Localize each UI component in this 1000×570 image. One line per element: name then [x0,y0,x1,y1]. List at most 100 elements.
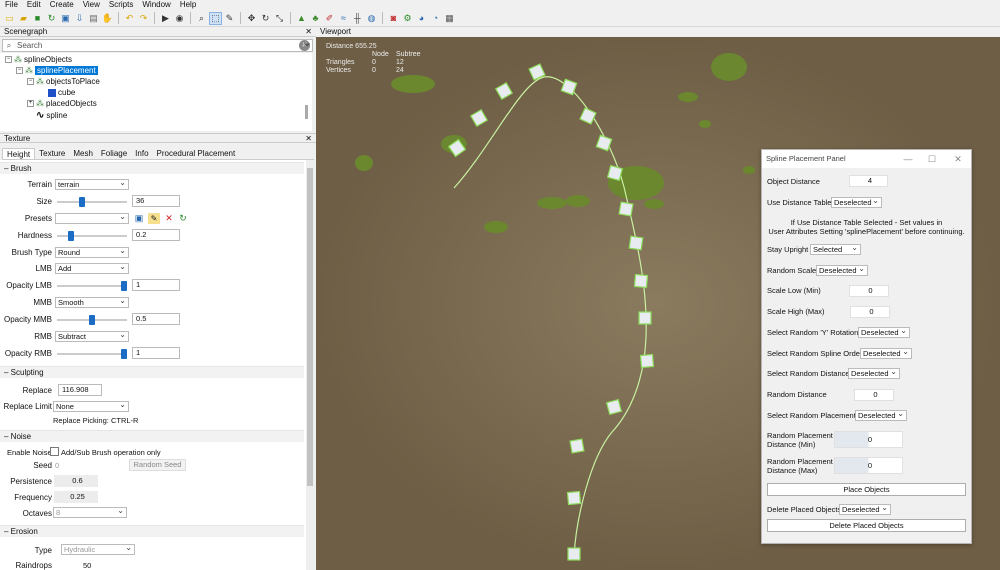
opacity-mmb-slider[interactable] [57,314,127,325]
paint-icon[interactable]: ✎ [223,12,236,25]
terrain-dropdown[interactable]: terrain [55,178,129,190]
properties-scrollbar[interactable] [306,160,314,570]
erosion-type-dropdown[interactable]: Hydraulic [61,543,135,555]
random-seed-button[interactable]: Random Seed [129,459,186,471]
scrollbar-thumb[interactable] [307,168,313,486]
replace-input[interactable]: 116.908 [58,384,102,396]
tree-node-placedobjects[interactable]: + ⁂ placedObjects [27,98,97,109]
size-input[interactable]: 36 [132,195,180,207]
tab-mesh[interactable]: Mesh [69,148,97,159]
close-icon[interactable]: ✕ [305,27,312,37]
new-preset-icon[interactable]: ✎ [148,213,160,224]
camera-icon[interactable]: ◙ [387,12,400,25]
menu-help[interactable]: Help [180,0,196,10]
tab-texture[interactable]: Texture [35,148,69,159]
import-icon[interactable]: ⇩ [73,12,86,25]
terrain-icon[interactable]: ▲ [295,12,308,25]
enable-noise-checkbox[interactable] [50,447,59,456]
use-distance-table-dropdown[interactable]: Deselected [831,196,882,208]
menu-file[interactable]: File [5,0,18,10]
earth-icon[interactable]: ◔ [429,12,442,25]
tree-node-cube[interactable]: cube [48,87,75,98]
tree-icon[interactable]: ♣ [309,12,322,25]
expand-toggle[interactable]: + [27,100,34,107]
undo-icon[interactable]: ↶ [123,12,136,25]
section-noise[interactable]: Noise [0,430,304,442]
delete-placed-dropdown[interactable]: Deselected [839,503,891,515]
earth-icon[interactable]: ◕ [415,12,428,25]
tree-scrollbar[interactable] [305,105,308,119]
eye-icon[interactable]: ◉ [173,12,186,25]
opacity-lmb-slider[interactable] [57,280,127,291]
zoom-icon[interactable]: ⌕ [195,12,208,25]
tree-node-objectstoplace[interactable]: − ⁂ objectsToPlace [27,76,100,87]
refresh-icon[interactable]: ↻ [45,12,58,25]
refresh-preset-icon[interactable]: ↻ [177,213,189,224]
close-icon[interactable]: ✕ [950,150,966,168]
octaves-dropdown[interactable]: 8 [53,506,127,518]
gear-icon[interactable]: ⚙ [401,12,414,25]
delete-placed-objects-button[interactable]: Delete Placed Objects [767,519,966,532]
close-icon[interactable]: ✕ [305,134,312,144]
road-icon[interactable]: ╫ [351,12,364,25]
section-brush[interactable]: Brush [0,162,304,174]
stay-upright-dropdown[interactable]: Selected [810,243,861,255]
object-distance-input[interactable]: 4 [849,175,888,187]
tree-node-splineplacement[interactable]: − ⁂ splinePlacement [16,65,98,76]
delete-preset-icon[interactable]: ✕ [163,213,175,224]
filter-icon[interactable]: ⏷ [301,40,313,51]
menu-view[interactable]: View [83,0,100,10]
save-icon[interactable]: ■ [31,12,44,25]
frequency-input[interactable]: 0.25 [54,491,98,503]
random-distance-dropdown[interactable]: Deselected [848,367,900,379]
random-y-rotation-dropdown[interactable]: Deselected [858,326,910,338]
tab-foliage[interactable]: Foliage [97,148,131,159]
menu-scripts[interactable]: Scripts [109,0,133,10]
tree-node-splineobjects[interactable]: − ⁂ splineObjects [5,54,72,65]
scale-low-input[interactable]: 0 [849,285,889,297]
hardness-slider[interactable] [57,230,127,241]
save-as-icon[interactable]: ▣ [59,12,72,25]
save-preset-icon[interactable]: ▣ [133,213,145,224]
opacity-rmb-slider[interactable] [57,348,127,359]
random-distance-input[interactable]: 0 [854,389,894,401]
menu-create[interactable]: Create [50,0,74,10]
rp-min-input[interactable]: 0 [834,431,903,448]
move-icon[interactable]: ✥ [245,12,258,25]
play-icon[interactable]: ▶ [159,12,172,25]
scale-icon[interactable]: ⤡ [273,12,286,25]
scale-high-input[interactable]: 0 [850,306,890,318]
hardness-input[interactable]: 0.2 [132,229,180,241]
opacity-mmb-input[interactable]: 0.5 [132,313,180,325]
tab-info[interactable]: Info [131,148,152,159]
brush-icon[interactable]: ✐ [323,12,336,25]
clipboard-icon[interactable]: ▤ [87,12,100,25]
water-icon[interactable]: ≈ [337,12,350,25]
rotate-icon[interactable]: ↻ [259,12,272,25]
replace-limit-dropdown[interactable]: None [53,400,129,412]
snapshot-icon[interactable]: ▦ [443,12,456,25]
brush-type-dropdown[interactable]: Round [55,246,129,258]
rp-max-input[interactable]: 0 [834,457,903,474]
tab-procedural-placement[interactable]: Procedural Placement [153,148,240,159]
hand-icon[interactable]: ✋ [101,12,114,25]
collapse-toggle[interactable]: − [16,67,23,74]
minimize-icon[interactable]: — [900,150,916,168]
persistence-input[interactable]: 0.6 [54,475,98,487]
collapse-toggle[interactable]: − [27,78,34,85]
section-sculpting[interactable]: Sculpting [0,366,304,378]
opacity-lmb-input[interactable]: 1 [132,279,180,291]
opacity-rmb-input[interactable]: 1 [132,347,180,359]
search-input[interactable]: Search [15,41,299,50]
place-objects-button[interactable]: Place Objects [767,483,966,496]
tab-height[interactable]: Height [2,148,36,159]
new-icon[interactable]: ▭ [3,12,16,25]
presets-dropdown[interactable] [55,212,129,224]
section-erosion[interactable]: Erosion [0,525,304,537]
mmb-dropdown[interactable]: Smooth [55,296,129,308]
random-scale-dropdown[interactable]: Deselected [816,264,868,276]
rmb-dropdown[interactable]: Subtract [55,330,129,342]
collapse-toggle[interactable]: − [5,56,12,63]
random-placement-dropdown[interactable]: Deselected [855,409,907,421]
globe-icon[interactable]: ◍ [365,12,378,25]
